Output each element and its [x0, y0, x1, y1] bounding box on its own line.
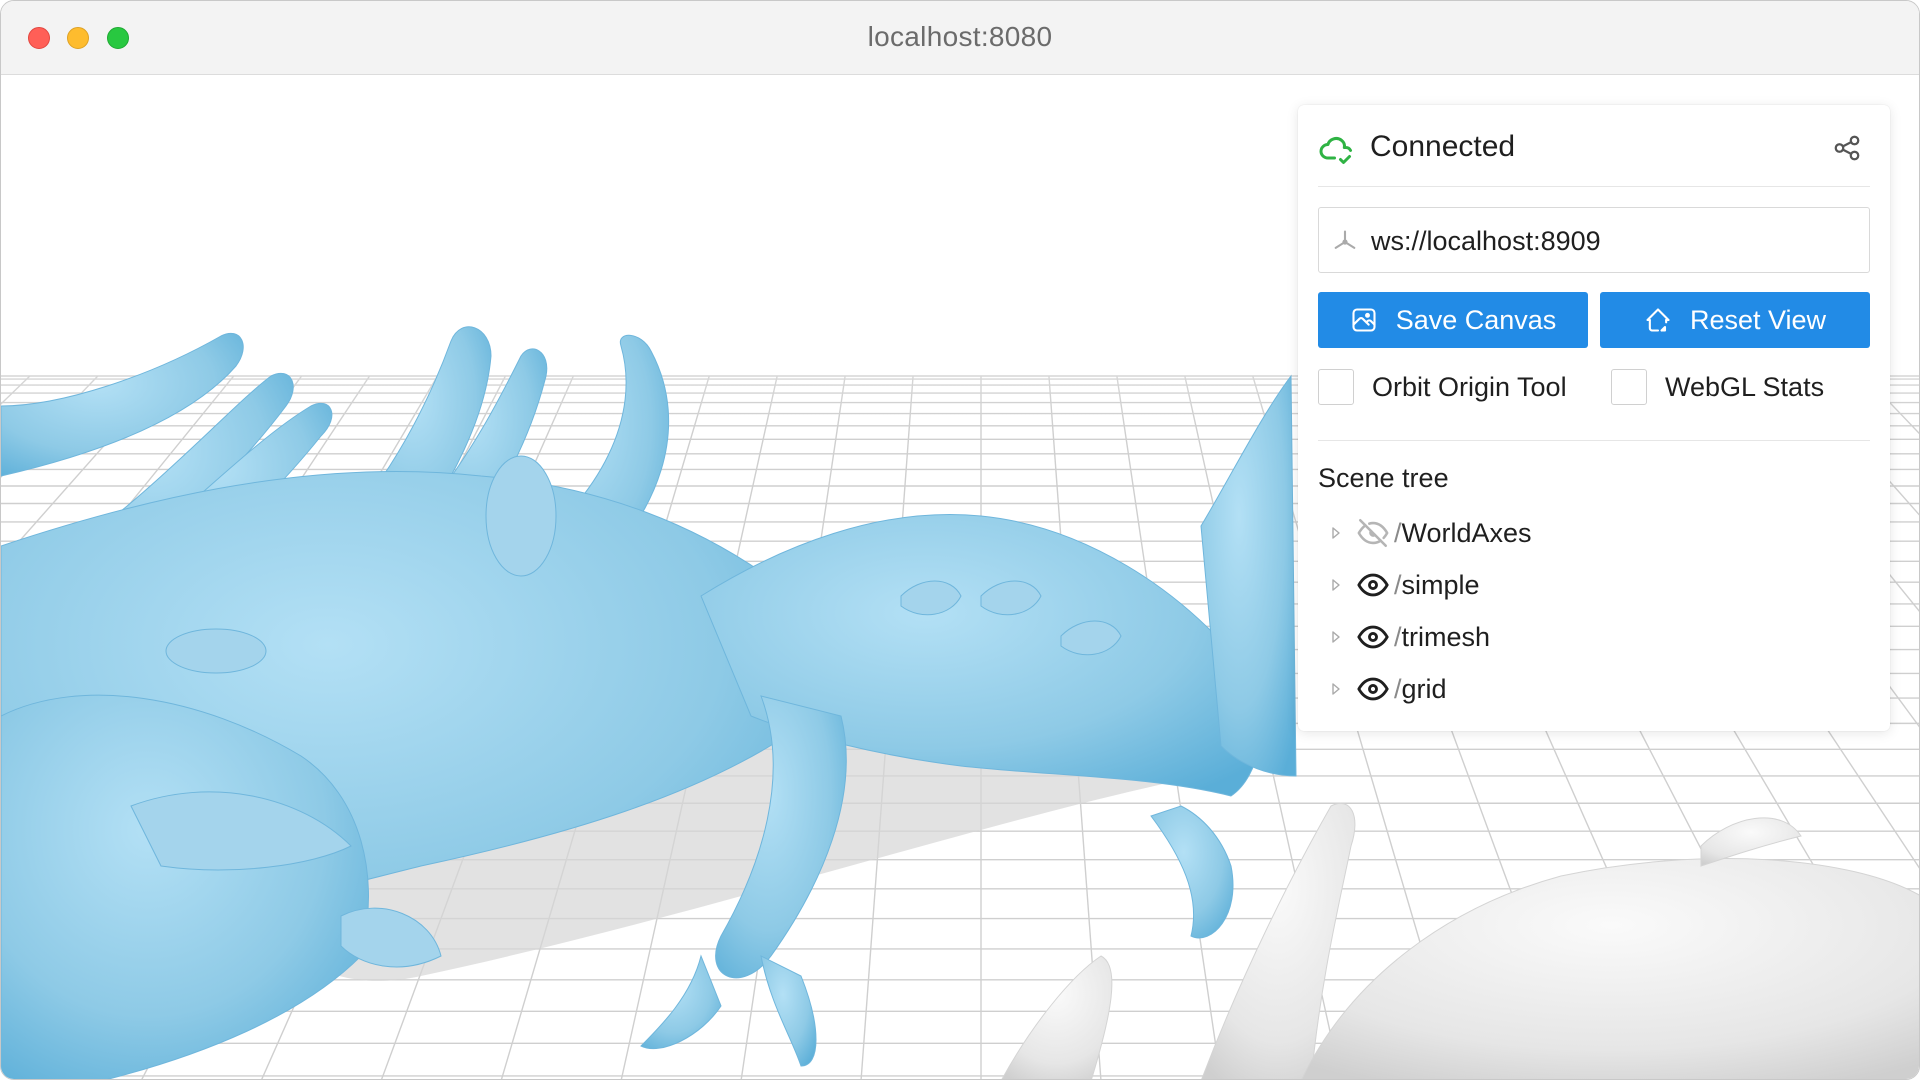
server-url-input[interactable] [1371, 222, 1851, 260]
reset-view-button[interactable]: Reset View [1600, 292, 1870, 348]
cloud-check-icon [1319, 137, 1353, 164]
orbit-origin-tool-toggle[interactable]: Orbit Origin Tool [1318, 367, 1567, 407]
eye-icon[interactable] [1356, 620, 1390, 654]
server-url-field[interactable] [1318, 207, 1870, 273]
panel-header: Connected [1318, 125, 1870, 187]
scene-node-label: /trimesh [1394, 621, 1491, 652]
eye-icon[interactable] [1356, 568, 1390, 602]
scene-node-grid[interactable]: /grid [1318, 663, 1858, 715]
save-canvas-label: Save Canvas [1395, 304, 1557, 335]
webgl-stats-label: WebGL Stats [1665, 371, 1825, 402]
scene-tree: /WorldAxes /simple /trimesh /grid [1318, 507, 1858, 715]
chevron-right-icon[interactable] [1326, 523, 1346, 543]
scene-node-trimesh[interactable]: /trimesh [1318, 611, 1858, 663]
control-panel: Connected Save Canvas [1298, 105, 1890, 731]
connection-status: Connected [1370, 130, 1516, 163]
save-canvas-button[interactable]: Save Canvas [1318, 292, 1588, 348]
window-title: localhost:8080 [867, 21, 1053, 52]
eye-icon[interactable] [1356, 672, 1390, 706]
photo-icon [1352, 308, 1376, 332]
chevron-right-icon[interactable] [1326, 679, 1346, 699]
scene-node-label: /grid [1394, 673, 1447, 704]
divider [1318, 440, 1870, 441]
orbit-origin-tool-checkbox[interactable] [1318, 369, 1354, 405]
title-bar: localhost:8080 [1, 1, 1919, 75]
scene-node-label: /simple [1394, 569, 1480, 600]
browser-window: localhost:8080 Connected ws://localhost:… [0, 0, 1920, 1080]
webgl-stats-checkbox[interactable] [1611, 369, 1647, 405]
scene-node-worldaxes[interactable]: /WorldAxes [1318, 507, 1858, 559]
reset-view-label: Reset View [1689, 304, 1827, 335]
orbit-origin-tool-label: Orbit Origin Tool [1372, 371, 1567, 402]
scene-node-label: /WorldAxes [1394, 517, 1532, 548]
scene-tree-title: Scene tree [1318, 463, 1449, 493]
chevron-right-icon[interactable] [1326, 627, 1346, 647]
eye-off-icon[interactable] [1356, 516, 1390, 550]
home-icon [1646, 308, 1670, 332]
webgl-stats-toggle[interactable]: WebGL Stats [1611, 367, 1824, 407]
chevron-right-icon[interactable] [1326, 575, 1346, 595]
share-icon[interactable] [1832, 133, 1862, 163]
scene-node-simple[interactable]: /simple [1318, 559, 1858, 611]
server-icon [1334, 230, 1356, 249]
